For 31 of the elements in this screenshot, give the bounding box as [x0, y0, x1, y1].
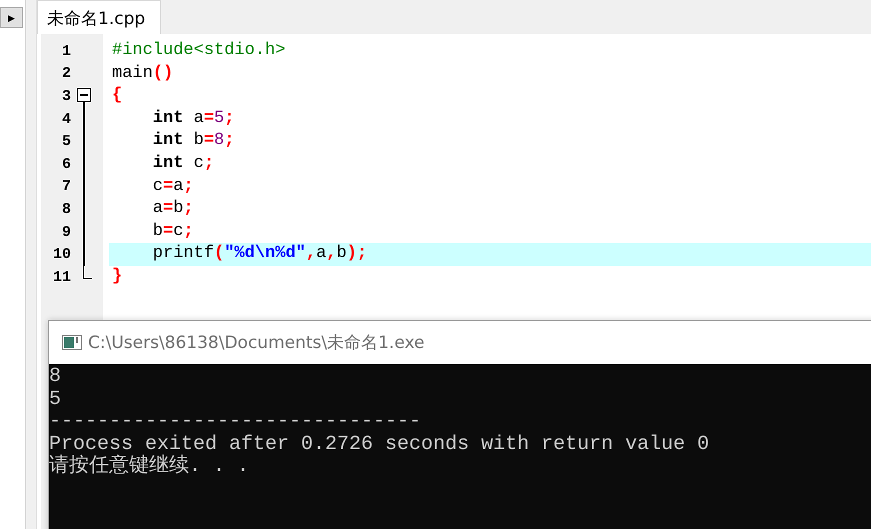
console-output: 8: [49, 366, 62, 388]
line-number: 5: [60, 133, 71, 150]
code-line: int c;: [152, 152, 216, 175]
console-output: -------------------------------: [49, 411, 422, 434]
code-line: int a=5;: [152, 108, 236, 130]
line-number: 4: [60, 110, 71, 128]
line-number: 7: [60, 178, 71, 196]
line-number: 2: [60, 65, 71, 82]
file-tab[interactable]: 未命名1.cpp: [37, 0, 161, 34]
code-line: #include<stdio.h>: [111, 40, 286, 62]
line-number: 11: [52, 268, 71, 286]
console-output: 5: [49, 388, 62, 411]
panel-toggle-button[interactable]: ▶: [0, 7, 23, 28]
line-number: 10: [52, 246, 71, 264]
console-icon: [62, 335, 82, 350]
window-title: C:\Users\86138\Documents\未命名1.exe: [88, 332, 424, 354]
line-number: 8: [60, 200, 71, 218]
line-number: 3: [60, 88, 71, 105]
code-line: a=b;: [152, 198, 195, 220]
code-line: int b=8;: [152, 130, 236, 152]
code-line: b=c;: [152, 220, 195, 243]
collapse-icon[interactable]: [77, 88, 91, 102]
console-output: Process exited after 0.2726 seconds with return value 0: [49, 434, 710, 456]
code-line: }: [111, 266, 124, 288]
console-output: 请按任意键继续. . .: [49, 456, 250, 478]
line-number: 9: [60, 224, 71, 241]
line-number: 6: [60, 156, 71, 173]
code-line: {: [111, 85, 124, 108]
code-line: c=a;: [152, 176, 195, 198]
code-line: main(): [111, 62, 174, 85]
line-number: 1: [60, 42, 71, 60]
